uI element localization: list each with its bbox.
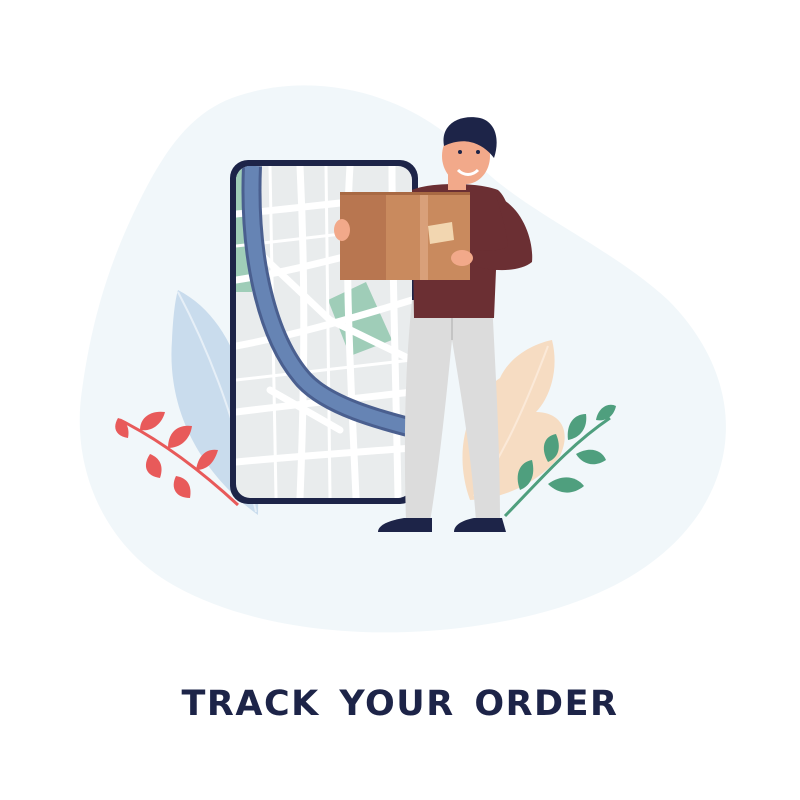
track-order-illustration — [79, 85, 726, 633]
page-title: TRACK YOUR ORDER — [181, 684, 619, 724]
cardboard-box-icon — [334, 192, 473, 280]
